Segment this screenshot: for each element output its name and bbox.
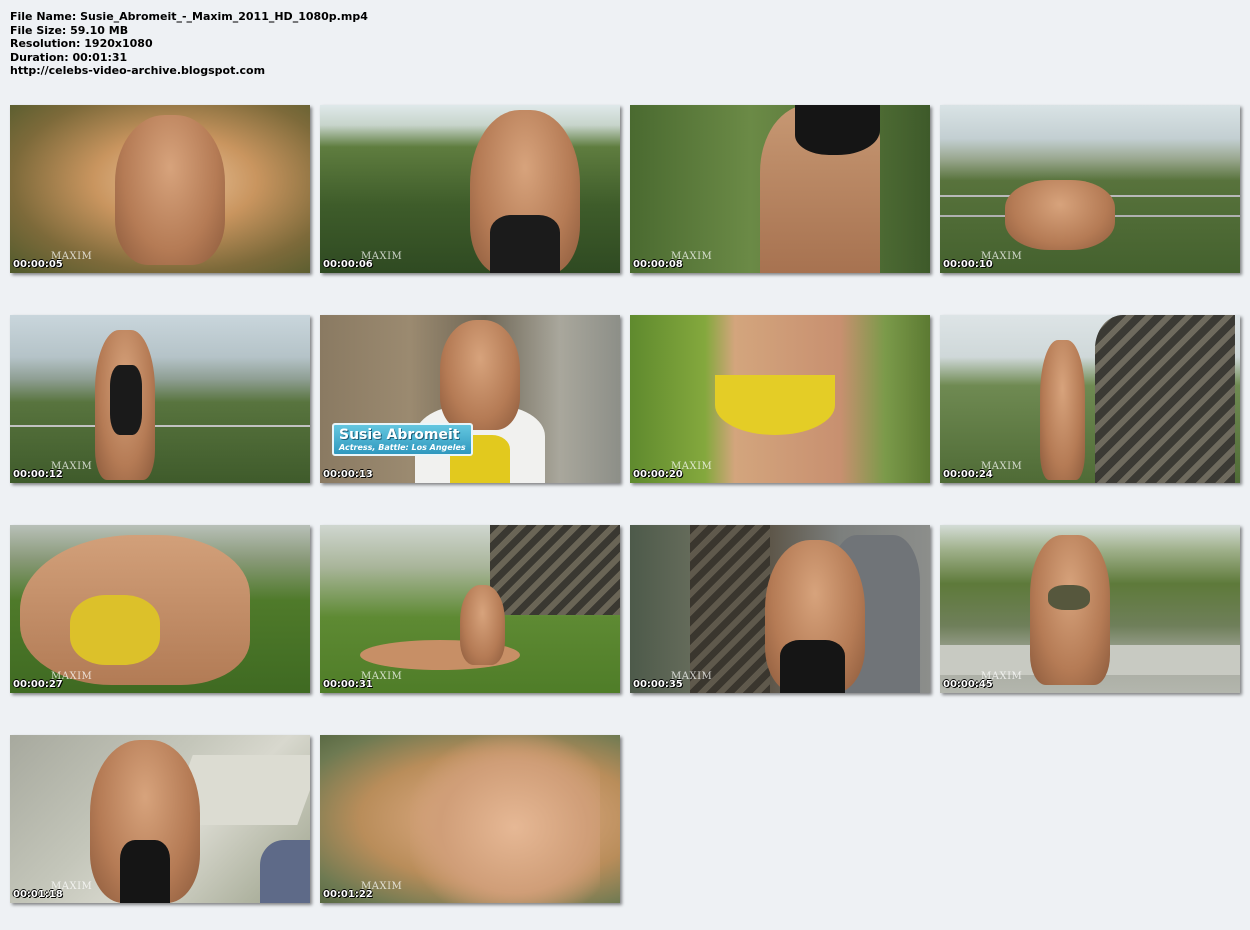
caption-name: Susie Abromeit — [339, 427, 460, 443]
thumbnail[interactable]: MAXIM 00:00:35 — [630, 525, 930, 693]
thumbnail[interactable]: MAXIM 00:00:08 — [630, 105, 930, 273]
timestamp: 00:00:10 — [943, 259, 993, 270]
source-url: http://celebs-video-archive.blogspot.com — [10, 64, 266, 77]
timestamp: 00:00:05 — [13, 259, 63, 270]
timestamp: 00:00:12 — [13, 469, 63, 480]
thumbnail[interactable]: MAXIM 00:00:45 — [940, 525, 1240, 693]
thumbnail[interactable]: MAXIM 00:00:27 — [10, 525, 310, 693]
timestamp: 00:00:08 — [633, 259, 683, 270]
resolution: Resolution: 1920x1080 — [10, 37, 153, 50]
name-caption: Susie Abromeit Actress, Battle: Los Ange… — [332, 423, 473, 456]
thumbnail[interactable]: MAXIM 00:01:18 — [10, 735, 310, 903]
caption-role: Actress, Battle: Los Angeles — [339, 443, 466, 452]
timestamp: 00:00:31 — [323, 679, 373, 690]
file-name: File Name: Susie_Abromeit_-_Maxim_2011_H… — [10, 10, 368, 23]
thumbnail[interactable]: MAXIM 00:00:12 — [10, 315, 310, 483]
timestamp: 00:01:22 — [323, 889, 373, 900]
thumbnail[interactable]: Susie Abromeit Actress, Battle: Los Ange… — [320, 315, 620, 483]
thumbnail[interactable]: MAXIM 00:00:20 — [630, 315, 930, 483]
timestamp: 00:00:06 — [323, 259, 373, 270]
timestamp: 00:00:24 — [943, 469, 993, 480]
timestamp: 00:00:13 — [323, 469, 373, 480]
file-info: File Name: Susie_Abromeit_-_Maxim_2011_H… — [10, 10, 368, 78]
duration: Duration: 00:01:31 — [10, 50, 128, 64]
thumbnail[interactable]: MAXIM 00:01:22 — [320, 735, 620, 903]
timestamp: 00:00:20 — [633, 469, 683, 480]
thumbnail[interactable]: MAXIM 00:00:10 — [940, 105, 1240, 273]
thumbnail[interactable]: MAXIM 00:00:31 — [320, 525, 620, 693]
thumbnail[interactable]: MAXIM 00:00:05 — [10, 105, 310, 273]
timestamp: 00:00:35 — [633, 679, 683, 690]
timestamp: 00:00:27 — [13, 679, 63, 690]
timestamp: 00:01:18 — [13, 889, 63, 900]
thumbnail-grid: MAXIM 00:00:05 MAXIM 00:00:06 MAXIM 00:0… — [10, 105, 1240, 903]
timestamp: 00:00:45 — [943, 679, 993, 690]
thumbnail[interactable]: MAXIM 00:00:06 — [320, 105, 620, 273]
thumbnail[interactable]: MAXIM 00:00:24 — [940, 315, 1240, 483]
file-size: File Size: 59.10 MB — [10, 23, 129, 37]
